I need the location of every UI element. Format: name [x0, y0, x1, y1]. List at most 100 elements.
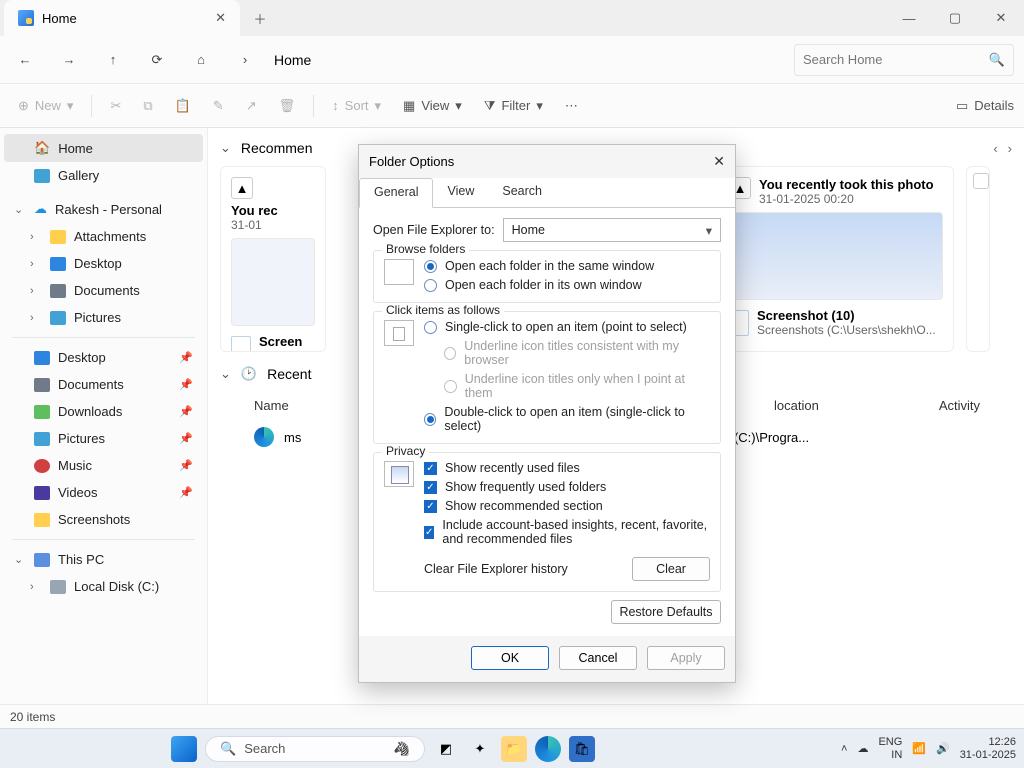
chevron-down-icon[interactable]: ⌄ — [220, 366, 231, 382]
onedrive-tray-icon[interactable]: ☁ — [857, 742, 868, 755]
copy-button[interactable]: ⧉ — [135, 94, 160, 118]
section-title: Recent — [267, 366, 311, 382]
edge-icon[interactable] — [535, 736, 561, 762]
browser-tab[interactable]: Home ✕ — [4, 0, 240, 36]
radio-double-click[interactable]: Double-click to open an item (single-cli… — [424, 405, 710, 433]
clock[interactable]: 12:2631-01-2025 — [960, 736, 1016, 760]
sidebar-item-thispc[interactable]: ⌄This PC — [4, 546, 203, 573]
delete-button[interactable]: 🗑 — [271, 94, 304, 118]
sidebar-quick-music[interactable]: Music📌 — [4, 452, 203, 479]
back-button[interactable]: ← — [10, 45, 40, 75]
cancel-button[interactable]: Cancel — [559, 646, 637, 670]
search-icon: 🔍 — [220, 741, 236, 757]
new-tab-button[interactable]: ＋ — [240, 0, 280, 36]
view-button[interactable]: ▦View▾ — [395, 94, 470, 118]
sidebar-quick-pictures[interactable]: Pictures📌 — [4, 425, 203, 452]
clear-button[interactable]: Clear — [632, 557, 710, 581]
rename-icon: ✎ — [213, 98, 224, 114]
chevron-right-icon: › — [30, 258, 42, 270]
sidebar-quick-desktop[interactable]: Desktop📌 — [4, 344, 203, 371]
radio-single-click[interactable]: Single-click to open an item (point to s… — [424, 320, 710, 334]
search-placeholder: Search Home — [803, 52, 882, 67]
restore-defaults-button[interactable]: Restore Defaults — [611, 600, 721, 624]
minimize-button[interactable]: — — [886, 0, 932, 36]
taskview-icon[interactable]: ◩ — [433, 736, 459, 762]
chevron-right-icon: › — [30, 581, 42, 593]
details-toggle[interactable]: ▭Details — [956, 98, 1014, 114]
share-button[interactable]: ↗ — [238, 94, 265, 118]
sidebar-item-attachments[interactable]: ›Attachments — [4, 223, 203, 250]
close-tab-icon[interactable]: ✕ — [215, 10, 226, 26]
col-activity[interactable]: Activity — [939, 398, 980, 413]
section-title: Recommen — [241, 140, 313, 156]
next-icon[interactable]: › — [1008, 141, 1012, 156]
sidebar-quick-screenshots[interactable]: Screenshots — [4, 506, 203, 533]
prev-icon[interactable]: ‹ — [993, 141, 997, 156]
recommended-card[interactable]: ▲ You rec 31-01 ScreenScreen — [220, 166, 326, 352]
check-frequent-folders[interactable]: ✓Show frequently used folders — [424, 480, 710, 494]
rename-button[interactable]: ✎ — [205, 94, 232, 118]
file-icon — [231, 336, 251, 353]
sidebar-item-desktop[interactable]: ›Desktop — [4, 250, 203, 277]
wifi-icon[interactable]: 📶 — [912, 742, 926, 755]
language-indicator[interactable]: ENGIN — [878, 736, 902, 760]
home-nav-icon[interactable]: ⌂ — [186, 45, 216, 75]
apply-button[interactable]: Apply — [647, 646, 725, 670]
close-icon[interactable]: ✕ — [713, 153, 725, 170]
titlebar: Home ✕ ＋ — ▢ ✕ — [0, 0, 1024, 36]
check-recent-files[interactable]: ✓Show recently used files — [424, 461, 710, 475]
close-window-button[interactable]: ✕ — [978, 0, 1024, 36]
breadcrumb-chevron-icon[interactable]: › — [230, 45, 260, 75]
tray-chevron-icon[interactable]: ˄ — [841, 743, 847, 755]
maximize-button[interactable]: ▢ — [932, 0, 978, 36]
check-account-insights[interactable]: ✓Include account-based insights, recent,… — [424, 518, 710, 546]
sidebar-item-gallery[interactable]: Gallery — [4, 162, 203, 189]
separator — [12, 539, 195, 540]
separator — [91, 95, 92, 117]
cut-button[interactable]: ✂ — [102, 94, 129, 118]
ok-button[interactable]: OK — [471, 646, 549, 670]
sidebar-item-localdisk[interactable]: ›Local Disk (C:) — [4, 573, 203, 600]
sidebar-item-home[interactable]: 🏠 Home — [4, 134, 203, 162]
home-icon — [18, 10, 34, 26]
volume-icon[interactable]: 🔊 — [936, 742, 950, 755]
sort-button[interactable]: ↕Sort▾ — [324, 94, 389, 118]
radio-same-window[interactable]: Open each folder in the same window — [424, 259, 710, 273]
col-location[interactable]: location — [774, 398, 819, 413]
sidebar-quick-downloads[interactable]: Downloads📌 — [4, 398, 203, 425]
dialog-titlebar[interactable]: Folder Options ✕ — [359, 145, 735, 178]
recommended-card[interactable]: ▲ You recently took this photo 31-01-202… — [718, 166, 954, 352]
recommended-card-partial[interactable] — [966, 166, 990, 352]
more-button[interactable]: ⋯ — [557, 94, 586, 118]
check-recommended[interactable]: ✓Show recommended section — [424, 499, 710, 513]
breadcrumb[interactable]: Home — [274, 52, 311, 68]
filter-button[interactable]: ⧩Filter▾ — [476, 94, 551, 118]
taskbar-search[interactable]: 🔍Search🦓 — [205, 736, 425, 762]
open-explorer-select[interactable]: Home — [503, 218, 721, 242]
copilot-icon[interactable]: ✦ — [467, 736, 493, 762]
start-button[interactable] — [171, 736, 197, 762]
radio-icon — [424, 260, 437, 273]
pin-icon: 📌 — [179, 351, 193, 364]
tab-search[interactable]: Search — [488, 178, 556, 207]
sidebar-quick-documents[interactable]: Documents📌 — [4, 371, 203, 398]
sidebar-item-documents[interactable]: ›Documents — [4, 277, 203, 304]
tab-view[interactable]: View — [433, 178, 488, 207]
sidebar-item-onedrive[interactable]: ⌄ ☁ Rakesh - Personal — [4, 195, 203, 223]
forward-button[interactable]: → — [54, 45, 84, 75]
radio-own-window[interactable]: Open each folder in its own window — [424, 278, 710, 292]
store-icon[interactable]: 🛍 — [569, 736, 595, 762]
up-button[interactable]: ↑ — [98, 45, 128, 75]
more-icon: ⋯ — [565, 98, 578, 114]
refresh-button[interactable]: ⟳ — [142, 45, 172, 75]
paste-button[interactable]: 📋 — [167, 94, 199, 118]
search-input[interactable]: Search Home 🔍 — [794, 44, 1014, 76]
new-button[interactable]: ⊕New▾ — [10, 94, 81, 118]
chevron-down-icon[interactable]: ⌄ — [220, 140, 231, 156]
trash-icon: 🗑 — [279, 98, 296, 114]
tab-general[interactable]: General — [359, 178, 433, 208]
sidebar-quick-videos[interactable]: Videos📌 — [4, 479, 203, 506]
explorer-icon[interactable]: 📁 — [501, 736, 527, 762]
sidebar-item-pictures[interactable]: ›Pictures — [4, 304, 203, 331]
separator — [12, 337, 195, 338]
